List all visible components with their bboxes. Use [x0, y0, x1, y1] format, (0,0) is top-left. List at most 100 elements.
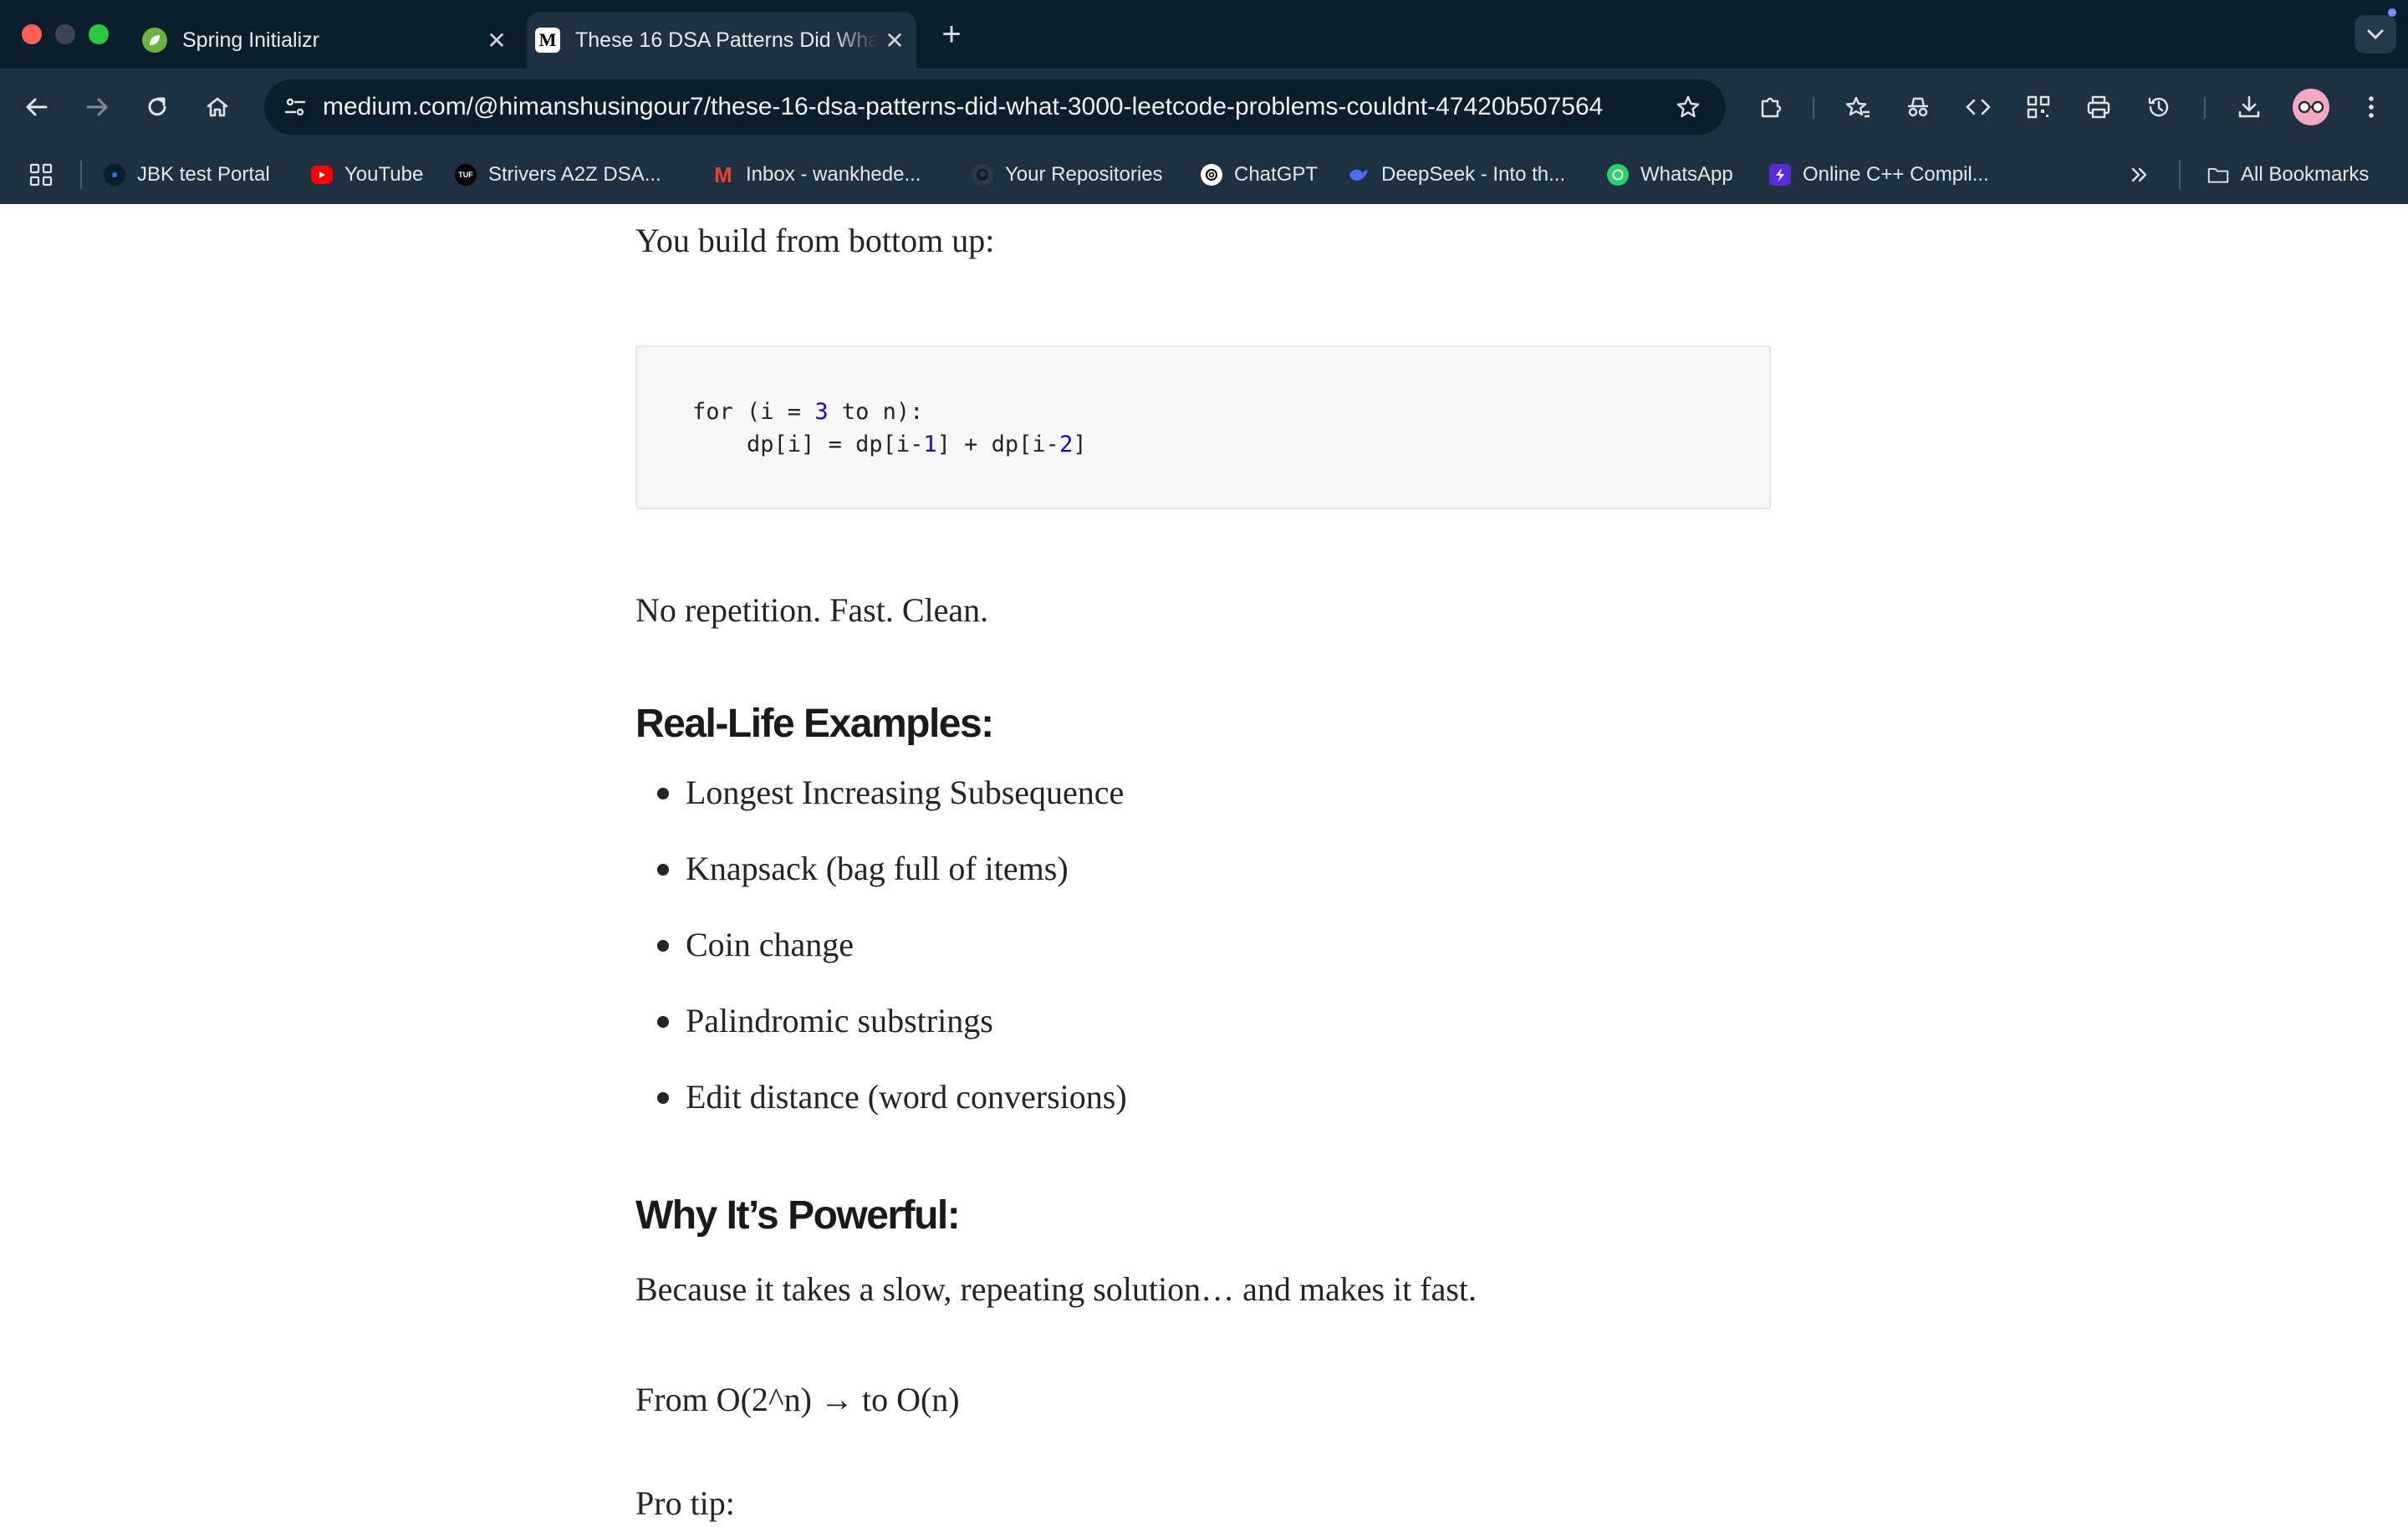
youtube-icon: [311, 166, 333, 184]
bookmarks-divider: [80, 161, 82, 189]
bookmark-strivers[interactable]: TUF Strivers A2Z DSA...: [455, 158, 661, 192]
window-maximize-button[interactable]: [89, 24, 109, 44]
bookmark-label: DeepSeek - Into th...: [1381, 163, 1566, 186]
all-bookmarks-button[interactable]: All Bookmarks: [2207, 158, 2369, 192]
spring-leaf-icon: [142, 28, 167, 53]
tab-title: These 16 DSA Patterns Did What 3000 Leet…: [575, 28, 878, 52]
bullet-icon: [657, 1092, 669, 1104]
downloads-button[interactable]: [2229, 87, 2269, 127]
bullet-icon: [657, 1016, 669, 1028]
download-icon: [2238, 95, 2260, 118]
menu-button[interactable]: [2351, 87, 2391, 127]
deepseek-icon: [1348, 164, 1370, 186]
bookmarks-manager-button[interactable]: [1838, 87, 1878, 127]
chatgpt-icon: [1201, 164, 1222, 186]
arrow-right-icon: [86, 98, 108, 116]
tab-strip: Spring Initializr ✕ M These 16 DSA Patte…: [0, 0, 2408, 69]
paragraph-complexity: From O(2^n) → to O(n): [635, 1381, 960, 1418]
toolbar-divider: [2204, 97, 2206, 119]
bookmark-whatsapp[interactable]: WhatsApp: [1607, 158, 1733, 192]
url-text[interactable]: medium.com/@himanshusingour7/these-16-ds…: [323, 79, 1603, 135]
bookmark-your-repositories[interactable]: Your Repositories: [972, 158, 1163, 192]
tuf-icon: TUF: [455, 164, 477, 186]
new-tab-button[interactable]: +: [935, 15, 968, 54]
heading-why-powerful: Why It’s Powerful:: [635, 1193, 961, 1238]
extensions-button[interactable]: [1751, 87, 1791, 127]
window-close-button[interactable]: [22, 24, 42, 44]
notification-dot: [2388, 8, 2396, 17]
bookmark-jbk-test-portal[interactable]: JBK test Portal: [104, 158, 270, 192]
profile-avatar[interactable]: [2293, 89, 2329, 125]
code-block: for (i = 3 to n): dp[i] = dp[i-1] + dp[i…: [635, 345, 1771, 509]
bookmarks-bar: JBK test Portal YouTube TUF Strivers A2Z…: [0, 146, 2408, 204]
qr-code-icon: [2027, 95, 2050, 119]
qr-code-button[interactable]: [2018, 87, 2059, 127]
glasses-icon: [2298, 100, 2324, 114]
bookmark-deepseek[interactable]: DeepSeek - Into th...: [1348, 158, 1565, 192]
github-icon: [972, 164, 993, 186]
paragraph-after-code: No repetition. Fast. Clean.: [635, 591, 989, 629]
apps-grid-icon: [29, 163, 53, 186]
browser-chrome: Spring Initializr ✕ M These 16 DSA Patte…: [0, 0, 2408, 204]
bookmark-label: YouTube: [344, 163, 424, 186]
bookmark-label: All Bookmarks: [2241, 163, 2370, 186]
tab-close-icon[interactable]: ✕: [480, 27, 513, 54]
star-list-icon: [1845, 96, 1870, 118]
heading-real-life-examples: Real-Life Examples:: [635, 702, 994, 746]
incognito-button[interactable]: [1898, 87, 1938, 127]
reload-button[interactable]: [137, 87, 177, 127]
bookmark-chatgpt[interactable]: ChatGPT: [1201, 158, 1318, 192]
history-icon: [2148, 97, 2169, 117]
tab-title: Spring Initializr: [182, 28, 319, 52]
bookmark-label: Inbox - wankhede...: [746, 163, 921, 186]
code-icon: [1966, 99, 1991, 115]
folder-icon: [2207, 164, 2229, 186]
bookmark-label: Online C++ Compil...: [1803, 163, 1989, 186]
bookmark-star-button[interactable]: [1669, 88, 1707, 126]
tune-icon: [284, 98, 306, 116]
tab-spring-initializr[interactable]: Spring Initializr ✕: [134, 12, 518, 69]
bookmark-label: ChatGPT: [1234, 163, 1319, 186]
paragraph-pro-tip: Pro tip:: [635, 1484, 735, 1522]
bookmark-gmail-inbox[interactable]: M Inbox - wankhede...: [712, 158, 921, 192]
reload-icon: [148, 97, 166, 116]
code-text: for (i = 3 to n): dp[i] = dp[i-1] + dp[i…: [692, 396, 1086, 461]
forward-button[interactable]: [77, 87, 117, 127]
bookmark-youtube[interactable]: YouTube: [311, 158, 423, 192]
puzzle-icon: [1761, 97, 1782, 118]
more-bookmarks-button[interactable]: [2129, 158, 2150, 192]
back-button[interactable]: [17, 87, 57, 127]
bookmark-online-cpp-compiler[interactable]: Online C++ Compil...: [1769, 158, 1989, 192]
bolt-icon: [1769, 164, 1791, 186]
apps-button[interactable]: [28, 158, 54, 192]
star-icon: [1676, 95, 1700, 118]
home-button[interactable]: [197, 87, 237, 127]
kebab-menu-icon: [2369, 96, 2374, 118]
tab-medium-article[interactable]: M These 16 DSA Patterns Did What 3000 Le…: [527, 12, 916, 69]
devtools-button[interactable]: [1958, 87, 1998, 127]
jbk-icon: [104, 164, 125, 186]
double-chevron-right-icon: [2131, 167, 2147, 182]
paragraph-powerful: Because it takes a slow, repeating solut…: [635, 1270, 1477, 1308]
incognito-icon: [1908, 97, 1928, 117]
bookmarks-divider: [2179, 161, 2181, 189]
bookmark-label: Your Repositories: [1005, 163, 1163, 186]
paragraph-intro: You build from bottom up:: [635, 222, 995, 259]
code-line: dp[i] = dp[i-1] + dp[i-2]: [747, 432, 1087, 457]
history-button[interactable]: [2139, 87, 2179, 127]
window-minimize-button[interactable]: [55, 24, 75, 44]
toolbar: medium.com/@himanshusingour7/these-16-ds…: [0, 69, 2408, 146]
print-button[interactable]: [2079, 87, 2119, 127]
arrow-left-icon: [26, 98, 48, 116]
chevron-down-icon: [2367, 29, 2384, 40]
code-line: for (i = 3 to n):: [692, 399, 924, 425]
bookmark-label: Strivers A2Z DSA...: [488, 163, 661, 186]
tab-search-button[interactable]: [2354, 15, 2396, 54]
medium-icon: M: [535, 28, 560, 53]
gmail-icon: M: [714, 161, 732, 187]
bullet-icon: [657, 864, 669, 876]
site-info-button[interactable]: [276, 88, 314, 126]
tab-close-icon[interactable]: ✕: [878, 27, 911, 54]
address-bar[interactable]: medium.com/@himanshusingour7/these-16-ds…: [264, 79, 1726, 135]
bullet-icon: [657, 788, 669, 799]
